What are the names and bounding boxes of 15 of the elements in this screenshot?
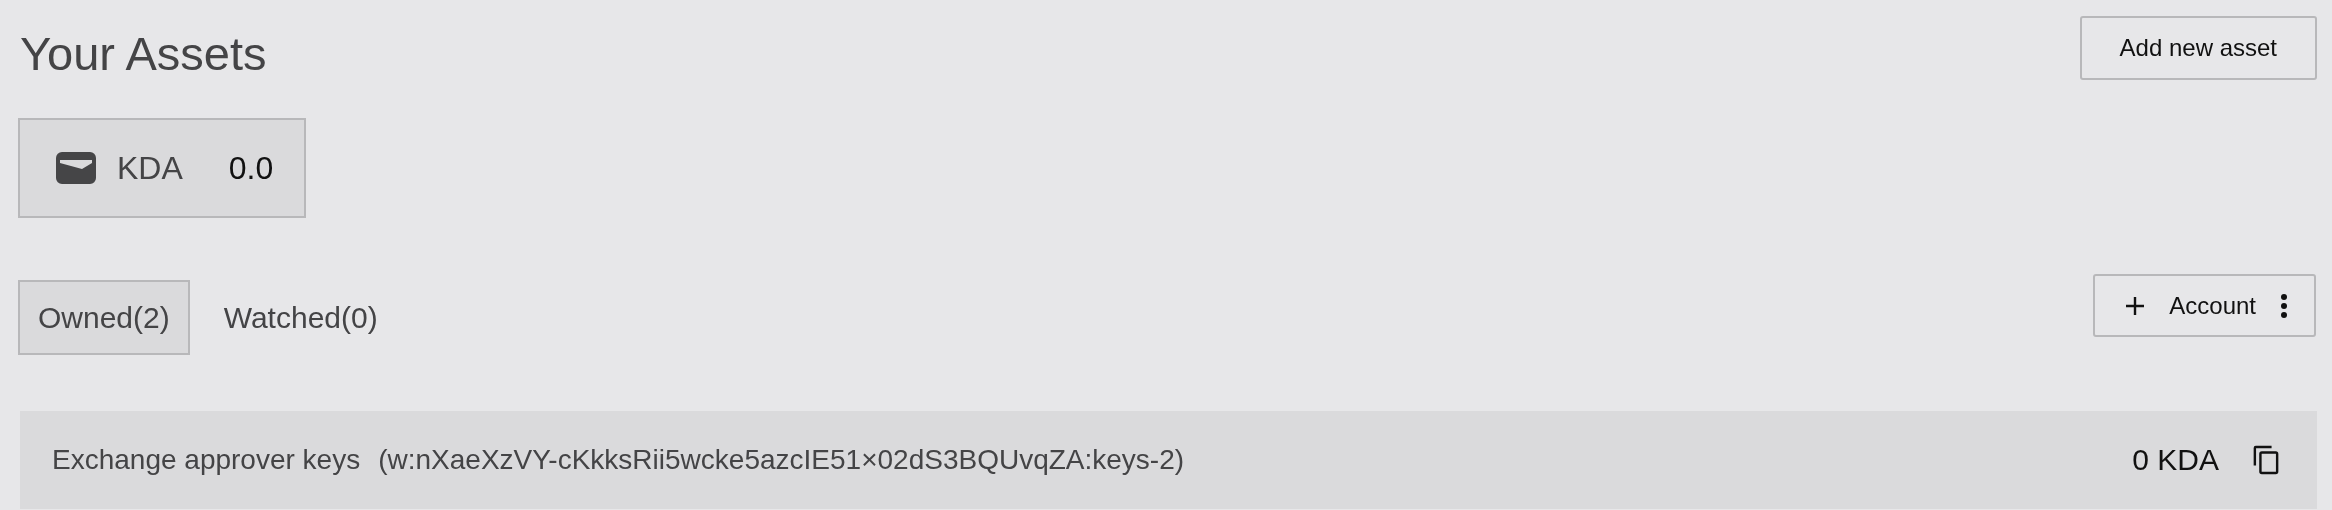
tab[interactable]: Watched(0) <box>203 280 398 355</box>
token-name: KDA <box>117 149 183 187</box>
more-icon[interactable] <box>2280 293 2288 318</box>
tab[interactable]: Owned(2) <box>18 280 190 355</box>
wallet-icon <box>56 152 96 184</box>
account-button[interactable]: Account <box>2093 274 2316 337</box>
account-balance: 0 KDA <box>2132 443 2219 477</box>
token-amount: 0.0 <box>228 149 274 187</box>
plus-icon <box>2125 295 2146 316</box>
copy-icon[interactable] <box>2253 445 2279 475</box>
account-name: Exchange approver keys <box>52 444 361 476</box>
page-title: Your Assets <box>20 26 267 81</box>
account-row[interactable]: Exchange approver keys (w:nXaeXzVY-cKkksRii5wcke5azcIE51×02dS3BQUvqZA:keys-2) 0 KDA <box>20 411 2317 509</box>
add-asset-button[interactable]: Add new asset <box>2079 16 2317 80</box>
account-address: (w:nXaeXzVY-cKkksRii5wcke5azcIE51×02dS3BQUvqZA:keys-2) <box>378 444 1185 476</box>
